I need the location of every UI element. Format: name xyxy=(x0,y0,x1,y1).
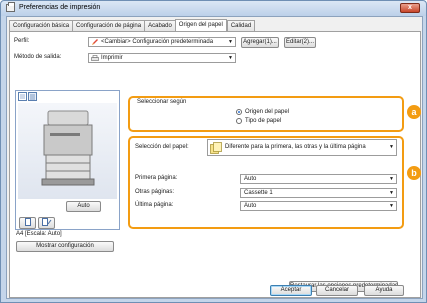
profile-label: Perfil: xyxy=(14,38,30,44)
chevron-down-icon: ▼ xyxy=(389,203,394,209)
printer-illustration xyxy=(41,110,95,186)
add-profile-button[interactable]: Agregar(1)... xyxy=(241,37,279,48)
radio-paper-source[interactable] xyxy=(236,109,242,115)
output-method-label: Método de salida: xyxy=(14,54,62,60)
window-title: Preferencias de impresión xyxy=(19,4,101,11)
paper-stack-icon xyxy=(210,142,222,154)
paper-selection-label: Selección del papel: xyxy=(135,144,189,150)
paper-source-panel: Perfil: <Cambiar> Configuración predeter… xyxy=(9,31,421,298)
last-page-value: Auto xyxy=(244,203,257,209)
callout-badge-b: b xyxy=(407,166,421,180)
tab-basic-settings[interactable]: Configuración básica xyxy=(9,20,73,31)
first-page-dropdown[interactable]: Auto ▼ xyxy=(240,174,397,184)
dialog-client: Configuración básica Configuración de pá… xyxy=(6,16,423,299)
chevron-down-icon: ▼ xyxy=(389,190,394,196)
cancel-button[interactable]: Cancelar xyxy=(316,285,358,296)
tab-paper-source[interactable]: Origen del papel xyxy=(174,19,227,31)
page-view-button[interactable] xyxy=(19,217,36,229)
other-pages-value: Cassette 1 xyxy=(244,190,273,196)
printer-icon xyxy=(6,2,15,12)
tab-strip: Configuración básica Configuración de pá… xyxy=(9,19,256,31)
paper-selection-value: Diferente para la primera, las otras y l… xyxy=(225,144,366,150)
edit-profile-button[interactable]: Editar(2)... xyxy=(284,37,316,48)
radio-paper-type[interactable] xyxy=(236,118,242,124)
page-setup-icon xyxy=(41,218,51,226)
preview-area: Auto xyxy=(15,90,120,230)
profile-dropdown[interactable]: <Cambiar> Configuración predeterminada ▼ xyxy=(88,37,236,47)
profile-value: <Cambiar> Configuración predeterminada xyxy=(101,39,214,45)
view-toggle-icons[interactable] xyxy=(18,92,38,101)
printer-preview xyxy=(18,103,117,199)
output-method-dropdown[interactable]: Imprimir ▼ xyxy=(88,53,236,63)
chevron-down-icon: ▼ xyxy=(228,39,233,45)
other-pages-dropdown[interactable]: Cassette 1 ▼ xyxy=(240,188,397,198)
printer-small-icon xyxy=(91,55,99,61)
radio-paper-type-label: Tipo de papel xyxy=(245,118,282,124)
tab-quality[interactable]: Calidad xyxy=(226,20,256,31)
close-button[interactable]: x xyxy=(400,3,420,13)
accept-button[interactable]: Aceptar xyxy=(270,285,312,296)
paper-selection-dropdown[interactable]: Diferente para la primera, las otras y l… xyxy=(207,139,397,156)
scale-text: A4 [Escala: Auto] xyxy=(16,231,62,237)
tab-page-setup[interactable]: Configuración de página xyxy=(72,20,145,31)
other-pages-label: Otras páginas: xyxy=(135,189,175,195)
help-button[interactable]: Ayuda xyxy=(364,285,404,296)
pencil-icon xyxy=(92,39,98,45)
auto-preview-button[interactable]: Auto xyxy=(66,201,101,212)
show-configuration-button[interactable]: Mostrar configuración xyxy=(16,241,114,252)
page-setup-view-button[interactable] xyxy=(38,217,55,229)
page-layout-icon xyxy=(24,218,31,226)
first-page-value: Auto xyxy=(244,176,257,182)
print-preferences-window: Preferencias de impresión x Configuració… xyxy=(0,0,427,303)
radio-paper-source-label: Origen del papel xyxy=(245,109,290,115)
first-page-label: Primera página: xyxy=(135,175,178,181)
output-method-value: Imprimir xyxy=(101,55,123,61)
chevron-down-icon: ▼ xyxy=(389,176,394,182)
tab-finishing[interactable]: Acabado xyxy=(144,20,175,31)
chevron-down-icon: ▼ xyxy=(228,55,233,61)
select-by-legend: Seleccionar según xyxy=(137,99,187,105)
title-bar: Preferencias de impresión x xyxy=(1,1,426,16)
last-page-dropdown[interactable]: Auto ▼ xyxy=(240,201,397,211)
chevron-down-icon: ▼ xyxy=(389,144,394,150)
callout-badge-a: a xyxy=(407,105,421,119)
last-page-label: Última página: xyxy=(135,202,174,208)
